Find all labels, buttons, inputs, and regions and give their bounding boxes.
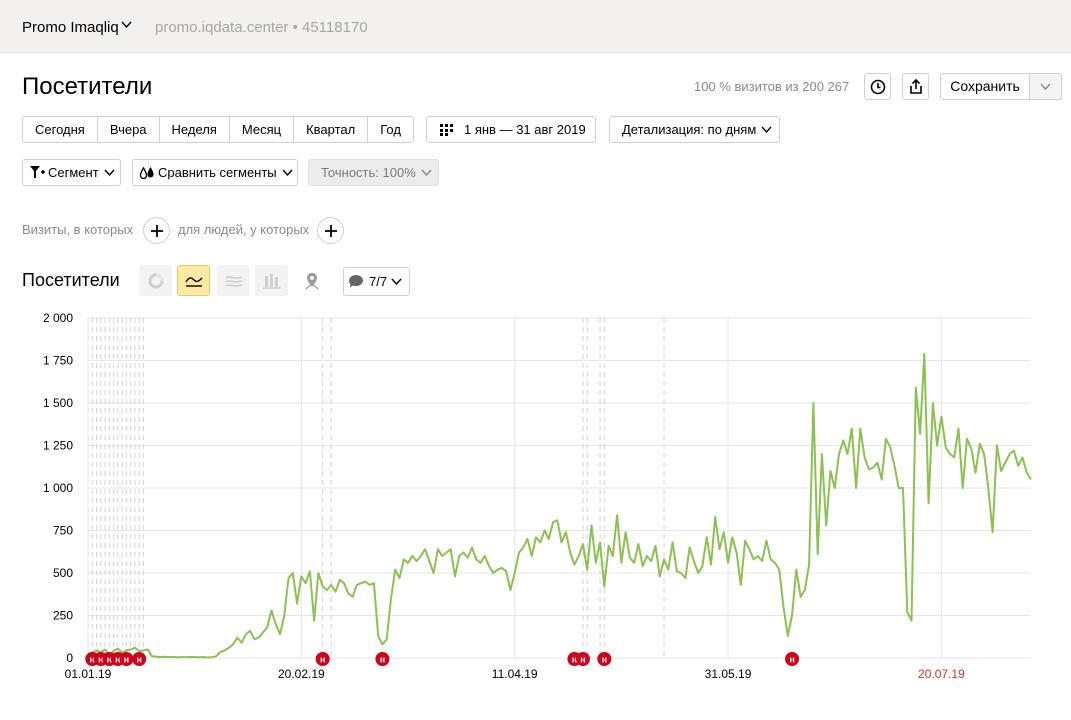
period-week[interactable]: Неделя	[158, 116, 230, 143]
compare-label: Сравнить сегменты	[158, 165, 277, 180]
y-tick-label: 0	[66, 651, 73, 665]
period-selector: Сегодня Вчера Неделя Месяц Квартал Год	[22, 116, 414, 143]
annotation-marker-label: н	[136, 655, 141, 665]
drops-icon	[139, 166, 154, 179]
period-today[interactable]: Сегодня	[22, 116, 98, 143]
y-tick-label: 1 750	[43, 354, 73, 368]
y-tick-label: 250	[53, 609, 73, 623]
date-range-button[interactable]: 1 янв — 31 авг 2019	[426, 116, 596, 143]
map-view-button[interactable]	[295, 265, 328, 296]
counter-name[interactable]: Promo Imaqliq	[22, 19, 119, 36]
x-tick-label: 20.07.19	[918, 667, 965, 681]
save-dropdown-button[interactable]	[1029, 73, 1062, 100]
annotation-marker-label: н	[580, 655, 585, 665]
filter-icon	[30, 166, 45, 178]
people-condition-label: для людей, у которых	[178, 222, 310, 237]
annotations-count: 7/7	[369, 274, 388, 289]
y-tick-label: 2 000	[43, 311, 73, 325]
area-chart-view-button[interactable]	[217, 265, 250, 296]
counter-bar: Promo Imaqliq promo.iqdata.center • 4511…	[0, 0, 1071, 53]
period-quarter[interactable]: Квартал	[293, 116, 369, 143]
segment-button[interactable]: Сегмент	[22, 159, 121, 186]
annotation-marker-label: н	[124, 655, 129, 665]
pie-chart-view-button[interactable]	[139, 265, 172, 296]
annotation-marker-label: н	[320, 655, 325, 665]
detail-dropdown[interactable]: Детализация: по дням	[609, 116, 780, 143]
area-chart-icon	[225, 275, 242, 287]
period-yesterday[interactable]: Вчера	[96, 116, 160, 143]
visits-condition-label: Визиты, в которых	[22, 222, 134, 237]
plus-icon	[150, 224, 163, 237]
export-button[interactable]	[902, 73, 929, 100]
sample-info[interactable]: 100 % визитов из 200 267	[694, 79, 849, 94]
add-visit-condition-button[interactable]	[143, 217, 170, 244]
bar-chart-icon	[262, 273, 281, 289]
history-button[interactable]	[864, 73, 891, 100]
annotation-marker-label: н	[380, 655, 385, 665]
add-people-condition-button[interactable]	[317, 217, 344, 244]
y-tick-label: 750	[53, 524, 73, 538]
pie-chart-icon	[148, 273, 163, 288]
x-tick-label: 31.05.19	[705, 667, 752, 681]
page-title: Посетители	[22, 73, 153, 100]
chevron-down-icon	[391, 278, 402, 285]
share-icon	[909, 78, 922, 94]
period-month[interactable]: Месяц	[228, 116, 295, 143]
bar-chart-view-button[interactable]	[255, 265, 288, 296]
y-tick-label: 1 000	[43, 481, 73, 495]
date-range-label: 1 янв — 31 авг 2019	[464, 122, 586, 137]
chevron-down-icon	[104, 169, 115, 176]
annotations-button[interactable]: 7/7	[343, 267, 410, 296]
detail-label: Детализация: по дням	[622, 122, 757, 137]
accuracy-dropdown[interactable]: Точность: 100%	[308, 159, 439, 186]
annotation-marker-label: н	[602, 655, 607, 665]
comment-icon	[349, 275, 363, 288]
series-line	[87, 352, 1032, 659]
segment-label: Сегмент	[48, 165, 99, 180]
compare-segments-button[interactable]: Сравнить сегменты	[132, 159, 298, 186]
accuracy-label: Точность: 100%	[321, 165, 416, 180]
y-tick-label: 500	[53, 566, 73, 580]
chevron-down-icon	[421, 169, 432, 176]
chevron-down-icon	[1040, 83, 1051, 90]
visitors-line-chart: 2 000 1 750 1 500 1 250 1 000 750 500 250 0 01.01…	[43, 311, 1032, 681]
plus-icon	[324, 224, 337, 237]
save-button[interactable]: Сохранить	[940, 73, 1030, 100]
line-chart-icon	[184, 276, 202, 287]
calendar-icon	[440, 123, 453, 136]
y-tick-label: 1 500	[43, 396, 73, 410]
chart-title: Посетители	[22, 270, 120, 290]
annotation-marker-label: н	[789, 655, 794, 665]
chevron-down-icon	[282, 169, 293, 176]
line-chart-view-button[interactable]	[177, 265, 210, 296]
counter-meta: promo.iqdata.center • 45118170	[155, 19, 368, 36]
x-tick-label: 11.04.19	[492, 667, 538, 681]
period-year[interactable]: Год	[367, 116, 414, 143]
x-tick-label: 01.01.19	[65, 667, 112, 681]
y-tick-label: 1 250	[43, 439, 73, 453]
chevron-down-icon	[761, 126, 772, 133]
chevron-down-icon[interactable]	[121, 20, 132, 32]
map-pin-icon	[305, 272, 318, 289]
clock-icon	[870, 79, 885, 94]
x-tick-label: 20.02.19	[278, 667, 325, 681]
